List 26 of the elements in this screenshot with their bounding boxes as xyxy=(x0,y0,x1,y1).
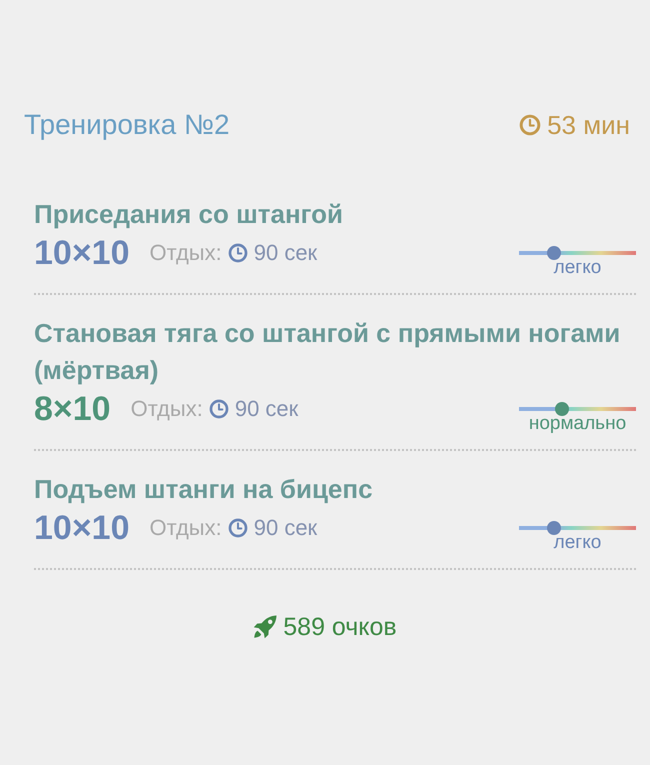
difficulty-label: легко xyxy=(554,533,602,553)
sets-count: 10×10 xyxy=(34,233,130,273)
exercise-name: Приседания со штангой xyxy=(34,198,344,231)
clock-icon xyxy=(228,243,248,263)
clock-icon xyxy=(208,399,229,419)
difficulty-label: легко xyxy=(554,258,602,278)
rest-time: 90 сек xyxy=(234,396,298,422)
workout-title: Тренировка №2 xyxy=(24,109,230,141)
sets-count: 8×10 xyxy=(34,389,111,429)
rest-label: Отдых: xyxy=(130,396,203,422)
points-text: 589 очков xyxy=(283,612,397,642)
rest-label: Отдых: xyxy=(150,240,222,266)
slider-thumb[interactable] xyxy=(547,521,562,535)
rest-time: 90 сек xyxy=(254,515,318,541)
slider-thumb[interactable] xyxy=(547,246,562,260)
duration-text: 53 мин xyxy=(547,109,630,141)
sets-count: 10×10 xyxy=(34,508,130,548)
difficulty-label: нормально xyxy=(528,414,626,434)
exercise-name: Подъем штанги на бицепс xyxy=(34,473,374,506)
rest-label: Отдых: xyxy=(150,515,222,541)
rest-time: 90 сек xyxy=(254,240,318,266)
exercise-name: Становая тяга со штангой с прямыми ногами (мёртвая) xyxy=(34,317,622,387)
clock-icon xyxy=(228,518,248,538)
rocket-icon xyxy=(253,615,278,639)
slider-thumb[interactable] xyxy=(555,402,570,416)
clock-icon xyxy=(519,114,542,136)
